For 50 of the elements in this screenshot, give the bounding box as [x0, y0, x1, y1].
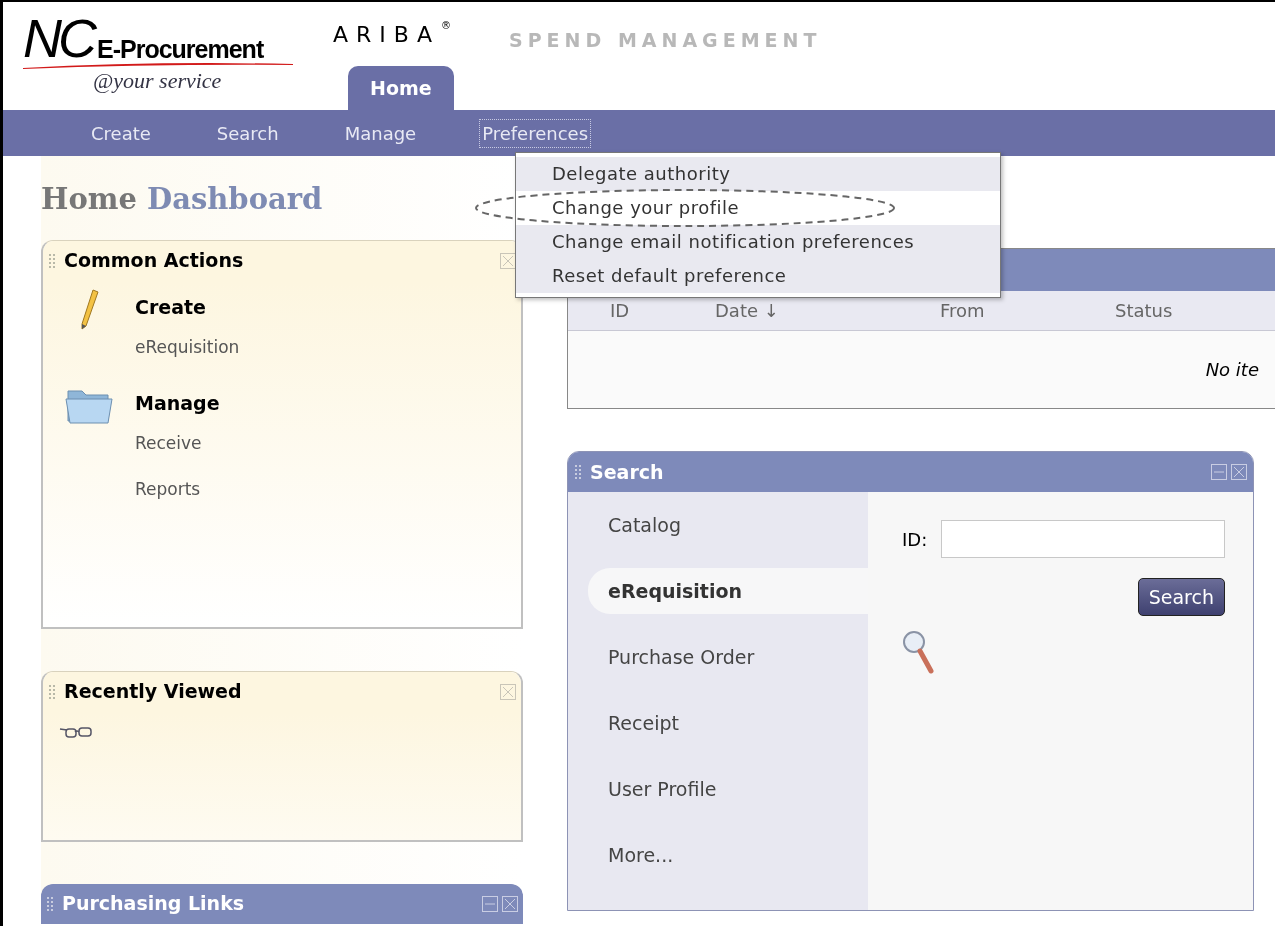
close-icon[interactable] — [502, 895, 518, 912]
close-icon[interactable] — [1231, 464, 1247, 480]
id-input[interactable] — [941, 520, 1225, 558]
search-category[interactable]: Receipt — [588, 700, 868, 746]
page-title: Home Dashboard — [41, 181, 324, 218]
magnifier-icon — [902, 630, 936, 676]
column-header[interactable]: Date ↓ — [715, 297, 940, 324]
nav-menu-item[interactable]: Search — [213, 118, 282, 148]
pencil-icon — [79, 288, 99, 331]
menu-item[interactable]: Reset default preference — [516, 259, 1000, 293]
menu-item[interactable]: Change your profile — [516, 191, 1000, 225]
brand-name: ARIBA — [333, 21, 440, 49]
empty-message: No ite — [1205, 358, 1259, 382]
column-header[interactable]: From — [940, 297, 1115, 324]
panel-title: Purchasing Links — [62, 891, 246, 917]
search-category[interactable]: More... — [588, 832, 868, 878]
group-heading: Manage — [135, 390, 220, 416]
search-category[interactable]: Catalog — [588, 502, 868, 548]
id-label: ID: — [902, 527, 928, 552]
action-link[interactable]: Receive — [135, 422, 220, 469]
panel-title: Recently Viewed — [64, 679, 243, 705]
panel-title: Common Actions — [64, 248, 245, 274]
action-link[interactable]: eRequisition — [135, 326, 240, 373]
glasses-icon — [59, 725, 93, 740]
logo-initials: NC — [23, 12, 93, 64]
brand-mark: ® — [440, 19, 451, 33]
logo-tagline: @your service — [93, 70, 223, 92]
minimize-icon[interactable] — [1211, 464, 1227, 480]
group-heading: Create — [135, 294, 207, 320]
column-header[interactable]: ID — [610, 297, 715, 324]
column-header[interactable]: Status — [1115, 297, 1235, 324]
drag-handle-icon[interactable] — [48, 682, 56, 701]
logo-name: E-Procurement — [97, 34, 264, 64]
minimize-icon[interactable] — [482, 895, 498, 912]
nav-menu-item[interactable]: Manage — [341, 118, 420, 148]
product-tagline: SPEND MANAGEMENT — [509, 28, 822, 52]
search-category[interactable]: User Profile — [588, 766, 868, 812]
drag-handle-icon[interactable] — [48, 251, 56, 270]
search-category[interactable]: eRequisition — [588, 568, 868, 614]
menu-item[interactable]: Change email notification preferences — [516, 225, 1000, 259]
nav-tab[interactable]: Home — [348, 66, 454, 110]
menu-item[interactable]: Delegate authority — [516, 157, 1000, 191]
nav-menu-item[interactable]: Create — [88, 118, 154, 148]
action-link[interactable]: Reports — [135, 468, 220, 515]
nav-menu-item[interactable]: Preferences — [479, 118, 592, 148]
panel-title: Search — [590, 459, 665, 485]
drag-handle-icon[interactable] — [574, 463, 582, 481]
search-button[interactable]: Search — [1137, 578, 1225, 616]
search-category[interactable]: Purchase Order — [588, 634, 868, 680]
drag-handle-icon[interactable] — [46, 894, 54, 913]
